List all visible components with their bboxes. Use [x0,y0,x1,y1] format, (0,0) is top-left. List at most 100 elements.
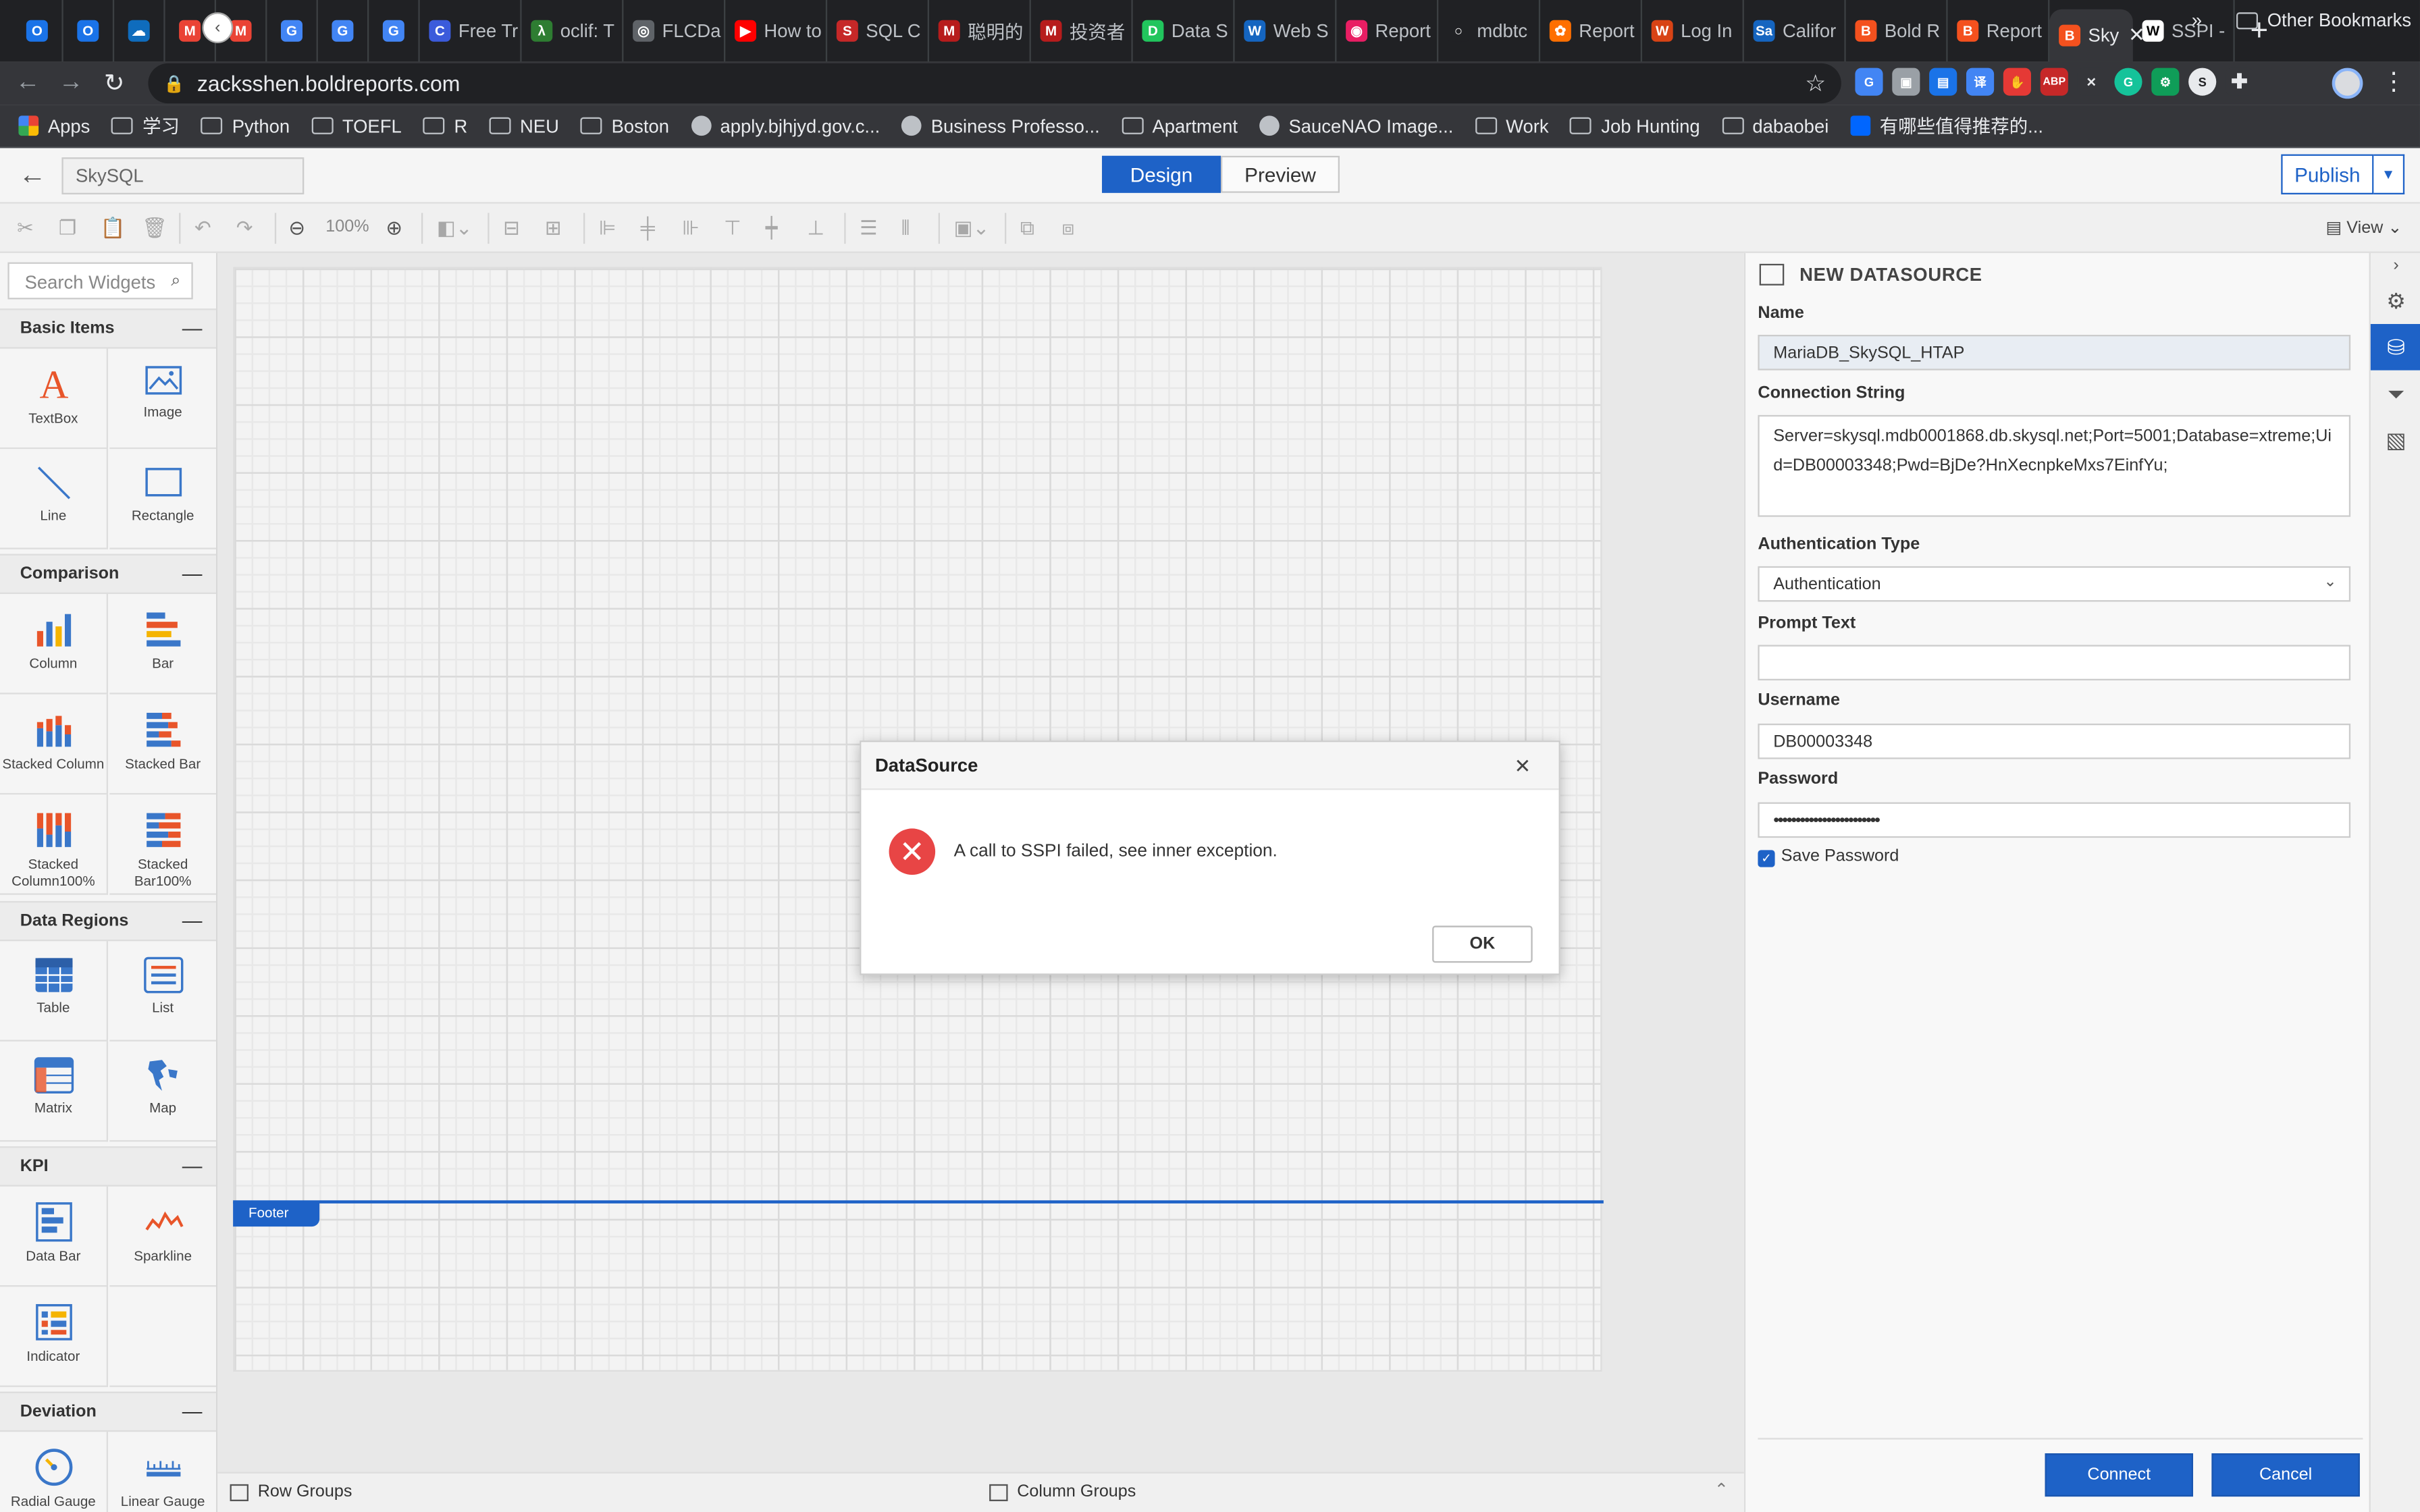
widget-radial-gauge[interactable]: Radial Gauge [0,1432,108,1512]
browser-tab[interactable]: G [267,0,318,62]
save-password-label[interactable]: Save Password [1781,847,1899,865]
save-password-checkbox[interactable]: ✓ [1758,850,1775,867]
url-field[interactable]: 🔒 zacksshen.boldreports.com ☆ [148,63,1841,104]
browser-tab[interactable]: C Free Tr [420,0,522,62]
align-center-icon[interactable]: ╪ [641,216,655,239]
section-data-regions[interactable]: Data Regions — [0,900,216,942]
section-deviation[interactable]: Deviation — [0,1391,216,1432]
bookmark-item[interactable]: Apartment [1121,115,1238,136]
view-menu[interactable]: ▤ View ⌄ [2326,217,2402,238]
bookmark-item[interactable]: Python [201,115,290,136]
browser-tab[interactable]: G [369,0,420,62]
browser-tab[interactable]: W SSPI - [2133,0,2235,62]
footer-tag[interactable]: Footer [233,1202,320,1227]
browser-tab[interactable]: ▶ How to [725,0,828,62]
bookmark-item[interactable]: Business Professo... [901,115,1100,136]
insert-row-icon[interactable]: ⊟ [503,216,520,241]
bookmark-item[interactable]: apply.bjhjyd.gov.c... [691,115,880,136]
redo-icon[interactable]: ↷ [236,216,253,241]
collapse-icon[interactable]: — [182,1399,203,1422]
grammarly-icon[interactable]: G [2114,68,2142,96]
widget-image[interactable]: Image [109,348,216,450]
browser-tab[interactable]: D Data S [1133,0,1235,62]
translate-ext-icon[interactable]: G [1855,68,1883,96]
align-right-icon[interactable]: ⊪ [682,216,700,241]
widget-data-bar[interactable]: Data Bar [0,1186,108,1287]
publish-button[interactable]: Publish [2281,154,2374,194]
ext-icon[interactable]: ▣ [1892,68,1920,96]
expand-panel-icon[interactable]: › [2371,253,2420,278]
collapse-icon[interactable]: — [182,1154,203,1177]
widget-bar[interactable]: Bar [109,593,216,695]
close-icon[interactable]: ✕ [1514,755,1531,780]
bookmark-item[interactable]: Job Hunting [1570,115,1700,136]
browser-tab[interactable]: M 投资者 [1031,0,1133,62]
browser-tab[interactable]: B Report [1948,0,2050,62]
ext-icon[interactable]: ✕ [2077,68,2105,96]
undo-icon[interactable]: ↶ [194,216,211,241]
connection-string-field[interactable]: Server=skysql.mdb0001868.db.skysql.net;P… [1758,414,2351,517]
widget-line[interactable]: Line [0,449,108,549]
browser-tab[interactable]: S SQL C [827,0,929,62]
ext-icon[interactable]: ▤ [1929,68,1957,96]
browser-tab[interactable]: λ oclif: T [522,0,624,62]
collapse-icon[interactable]: — [182,909,203,932]
gear-icon[interactable]: ⚙ [2371,277,2420,324]
bookmark-item[interactable]: Apps [18,115,90,136]
browser-tab[interactable]: B Bold R [1846,0,1948,62]
bookmark-item[interactable]: 有哪些值得推荐的... [1850,113,2043,139]
collapse-icon[interactable]: — [182,562,203,585]
copy-icon[interactable]: ❐ [59,216,77,241]
widget-stacked-bar-100[interactable]: Stacked Bar100% [109,794,216,895]
section-basic-items[interactable]: Basic Items — [0,308,216,349]
fill-icon[interactable]: ◧⌄ [437,216,473,241]
back-icon[interactable]: ← [6,70,49,97]
bookmark-item[interactable]: dabaobei [1721,115,1829,136]
widget-linear-gauge[interactable]: Linear Gauge [109,1432,216,1512]
username-field[interactable]: DB00003348 [1758,723,2351,759]
delete-icon[interactable]: 🗑 [142,216,167,241]
bookmark-item[interactable]: NEU [489,115,559,136]
zoom-in-icon[interactable]: ⊕ [386,216,402,241]
column-groups[interactable]: Column Groups [989,1483,1136,1501]
zoom-level[interactable]: 100% [325,217,369,236]
puzzle-icon[interactable]: ✚ [2225,68,2254,96]
publish-dropdown-icon[interactable]: ▼ [2373,154,2405,194]
search-widgets-input[interactable]: Search Widgets ⌕ [7,262,193,300]
auth-type-select[interactable]: Authentication ⌄ [1758,566,2351,602]
design-tab[interactable]: Design [1101,155,1221,193]
widget-table[interactable]: Table [0,941,108,1042]
back-arrow-icon[interactable]: ← [18,159,46,191]
bookmark-item[interactable]: TOEFL [311,115,402,136]
section-comparison[interactable]: Comparison — [0,554,216,594]
widget-stacked-bar[interactable]: Stacked Bar [109,694,216,795]
browser-tab[interactable]: O [63,0,115,62]
send-backward-icon[interactable]: ⧉ [1020,216,1034,241]
browser-tab[interactable]: Sa Califor [1744,0,1846,62]
name-field[interactable]: MariaDB_SkySQL_HTAP [1758,334,2351,371]
ext-icon[interactable]: ✋ [2003,68,2031,96]
collapse-icon[interactable]: — [182,317,203,340]
reload-icon[interactable]: ↻ [93,68,136,99]
zoom-out-icon[interactable]: ⊖ [288,216,305,241]
distribute-horizontal-icon[interactable]: ☰ [860,216,878,241]
ext-icon[interactable]: 译 [1966,68,1995,96]
browser-tab[interactable]: G [318,0,369,62]
browser-tab[interactable]: ☁ [114,0,165,62]
widget-stacked-column[interactable]: Stacked Column [0,694,108,795]
insert-column-icon[interactable]: ⊞ [545,216,562,241]
menu-icon[interactable]: ⋮ [2382,66,2406,97]
widget-map[interactable]: Map [109,1041,216,1142]
widget-column[interactable]: Column [0,593,108,695]
paste-icon[interactable]: 📋 [101,216,126,241]
widget-textbox[interactable]: A TextBox [0,348,108,450]
widget-sparkline[interactable]: Sparkline [109,1186,216,1287]
profile-avatar[interactable] [2332,68,2363,99]
password-field[interactable]: •••••••••••••••••••••••• [1758,802,2351,838]
bookmark-item[interactable]: Boston [580,115,669,136]
report-name-field[interactable]: SkySQL [61,157,305,194]
section-kpi[interactable]: KPI — [0,1146,216,1187]
adblock-icon[interactable]: ABP [2040,68,2068,96]
bookmark-item[interactable]: SauceNAO Image... [1259,115,1453,136]
browser-tab[interactable]: ◎ FLCDa [623,0,726,62]
